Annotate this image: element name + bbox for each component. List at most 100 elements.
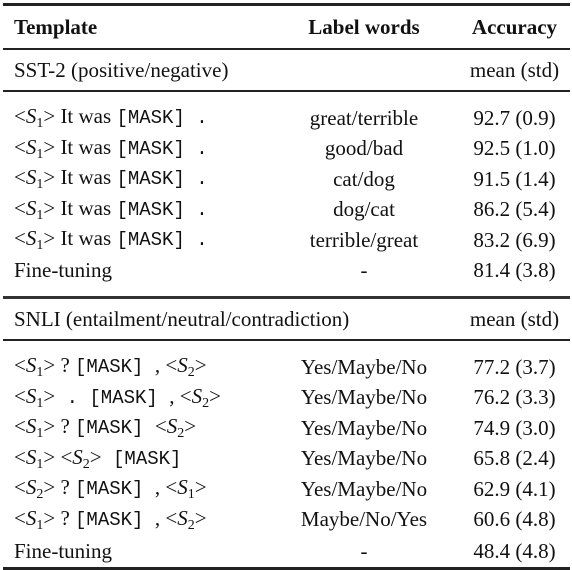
table-row: Fine-tuning - 81.4 (3.8): [3, 256, 570, 287]
table-row: <S2> ? [MASK] , <S1> Yes/Maybe/No 62.9 (4.…: [3, 474, 570, 505]
template-text: ,: [169, 383, 180, 408]
section-divider: [3, 340, 570, 352]
angle-open: <: [14, 414, 26, 439]
table-row: <S1> ? [MASK] <S2> Yes/Maybe/No 74.9 (3.0): [3, 413, 570, 444]
header-accuracy: Accuracy: [471, 14, 558, 39]
variable-subscript: 1: [187, 487, 195, 503]
header-row: Template Label words Accuracy: [3, 4, 570, 50]
accuracy-cell: 48.4 (4.8): [473, 538, 556, 563]
accuracy-cell: 77.2 (3.7): [473, 354, 556, 379]
angle-close: >: [43, 444, 56, 469]
section-header-row: SNLI (entailment/neutral/contradiction) m…: [3, 297, 570, 341]
section-metric: mean (std): [469, 306, 560, 331]
mask-token: [MASK] .: [116, 107, 208, 130]
angle-open: <: [165, 505, 178, 530]
template-cell: Fine-tuning: [3, 256, 269, 287]
label-words-cell: good/bad: [324, 136, 404, 161]
mask-token: [MASK] .: [116, 198, 208, 221]
accuracy-cell: 76.2 (3.3): [473, 385, 556, 410]
mask-token: . [MASK]: [55, 386, 170, 409]
sentence-variable: S2: [177, 505, 195, 533]
table-row: <S1> <S2> [MASK] Yes/Maybe/No 65.8 (2.4): [3, 444, 570, 475]
table-body: SST-2 (positive/negative) mean (std) <S1> …: [3, 49, 570, 569]
accuracy-cell: 65.8 (2.4): [473, 446, 556, 471]
mask-token: [MASK]: [75, 356, 155, 379]
section-title: SNLI (entailment/neutral/contradiction): [14, 306, 350, 331]
angle-close: >: [43, 414, 56, 439]
angle-open: <: [14, 165, 26, 190]
label-words-cell: Yes/Maybe/No: [300, 354, 428, 379]
angle-open: <: [14, 226, 26, 251]
template-text: ?: [55, 505, 76, 530]
table-row: <S1> ? [MASK] , <S2> Yes/Maybe/No 77.2 (3.…: [3, 352, 570, 383]
angle-close: >: [194, 353, 207, 378]
table-row: <S1> It was [MASK] . great/terrible 92.7 (…: [3, 103, 570, 134]
template-cell: <S1> It was [MASK] .: [3, 164, 269, 195]
template-cell: <S1> <S2> [MASK]: [3, 444, 269, 475]
accuracy-cell: 60.6 (4.8): [473, 507, 556, 532]
variable-subscript: 2: [82, 456, 90, 472]
header-label-words: Label words: [308, 14, 420, 39]
template-text: ,: [154, 353, 166, 378]
angle-close: >: [43, 475, 56, 500]
angle-close: >: [43, 505, 56, 530]
section-title: SST-2 (positive/negative): [14, 57, 229, 82]
section-spacer: [3, 286, 570, 298]
sentence-variable: S1: [25, 505, 44, 533]
template-cell: <S1> It was [MASK] .: [3, 225, 269, 256]
label-words-cell: Yes/Maybe/No: [300, 446, 428, 471]
mask-token: [MASK]: [75, 478, 155, 501]
angle-close: >: [43, 383, 56, 408]
template-text: ,: [154, 475, 166, 500]
sentence-variable: S1: [177, 475, 195, 503]
mask-token: [MASK]: [101, 447, 182, 470]
template-text: ,: [154, 505, 166, 530]
header-template: Template: [14, 14, 98, 39]
angle-open: <: [154, 414, 167, 439]
template-text: Fine-tuning: [14, 258, 112, 283]
angle-open: <: [14, 475, 26, 500]
angle-close: >: [194, 505, 207, 530]
sentence-variable: S2: [25, 475, 44, 503]
angle-close: >: [43, 353, 56, 378]
label-words-cell: -: [360, 538, 368, 563]
angle-open: <: [14, 383, 26, 408]
section-divider: [3, 91, 570, 103]
sentence-variable: S1: [25, 165, 44, 193]
sentence-variable: S1: [25, 195, 44, 223]
angle-close: >: [43, 195, 56, 220]
sentence-variable: S1: [25, 226, 44, 254]
accuracy-cell: 62.9 (4.1): [473, 476, 556, 501]
mask-token: [MASK]: [75, 508, 155, 531]
template-cell: <S2> ? [MASK] , <S1>: [3, 474, 269, 505]
variable-subscript: 2: [187, 365, 195, 381]
table-row: <S1> It was [MASK] . good/bad 92.5 (1.0): [3, 134, 570, 165]
variable-subscript: 2: [187, 517, 195, 533]
label-words-cell: terrible/great: [309, 227, 419, 252]
sentence-variable: S1: [25, 104, 44, 132]
template-text: ?: [55, 414, 76, 439]
template-text: Fine-tuning: [14, 538, 112, 563]
angle-close: >: [43, 165, 56, 190]
angle-close: >: [184, 414, 197, 439]
sentence-variable: S2: [177, 353, 195, 381]
section-header-row: SST-2 (positive/negative) mean (std): [3, 49, 570, 91]
table-row: <S1> . [MASK] , <S2> Yes/Maybe/No 76.2 (3.…: [3, 383, 570, 414]
template-cell: <S1> It was [MASK] .: [3, 195, 269, 226]
mask-token: [MASK]: [75, 417, 155, 440]
angle-close: >: [89, 444, 102, 469]
angle-open: <: [165, 353, 178, 378]
variable-subscript: 2: [202, 395, 210, 411]
template-cell: Fine-tuning: [3, 535, 269, 569]
angle-open: <: [14, 134, 26, 159]
table-row: <S1> It was [MASK] . dog/cat 86.2 (5.4): [3, 195, 570, 226]
label-words-cell: Maybe/No/Yes: [300, 507, 428, 532]
divider-cell: [3, 340, 570, 352]
label-words-cell: cat/dog: [333, 166, 395, 191]
angle-open: <: [14, 444, 26, 469]
accuracy-cell: 81.4 (3.8): [473, 258, 556, 283]
table-row: <S1> ? [MASK] , <S2> Maybe/No/Yes 60.6 (4.…: [3, 505, 570, 536]
template-text: It was: [55, 165, 117, 190]
table-row: <S1> It was [MASK] . terrible/great 83.2 (…: [3, 225, 570, 256]
angle-open: <: [14, 195, 26, 220]
